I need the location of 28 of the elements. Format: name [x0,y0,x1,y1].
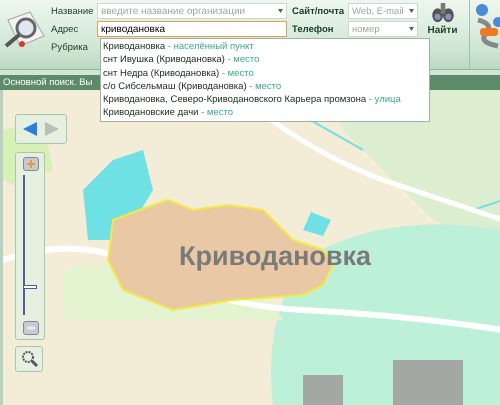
pond [303,212,331,236]
field-label: Адрес [50,24,80,34]
zoom-slider[interactable] [23,175,37,315]
caret-icon[interactable] [278,9,283,13]
back-arrow-icon[interactable] [22,121,38,137]
caret-icon[interactable] [409,27,414,31]
find-button[interactable]: Найти [422,0,463,37]
caret-icon[interactable] [409,9,414,13]
search-field[interactable]: Web, E-mail [348,3,418,19]
suggestion-item[interactable]: Криводановские дачи - место [101,106,429,120]
search-field[interactable]: номер [348,21,418,37]
zoom-tool-button[interactable] [15,346,43,372]
zoom-in-button[interactable] [23,157,39,171]
suggestion-item[interactable]: Криводановка - населённый пункт [101,40,429,54]
field-label: Сайт/почта [291,6,346,16]
search-field[interactable]: введите название организации [97,3,287,19]
field-label: Рубрика [50,42,89,52]
search-field[interactable]: криводановка [97,21,287,37]
suggestion-item[interactable]: снт Ивушка (Криводановка) - место [101,53,429,67]
binoculars-icon [430,1,456,25]
zoom-out-button[interactable] [23,321,39,335]
building [303,375,343,405]
zoom-thumb[interactable] [23,285,37,289]
field-label: Телефон [291,24,335,34]
plus-icon [24,158,38,170]
building [393,360,463,405]
suggestion-item[interactable]: Криводановка, Северо-Криводановского Карьера промзона - улица [101,93,429,106]
field-label: Название [50,6,94,16]
